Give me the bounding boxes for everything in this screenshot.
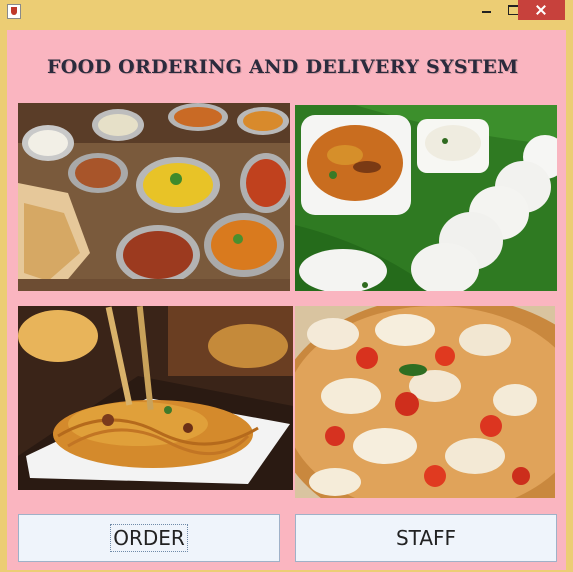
noodles-photo [18,306,293,490]
app-window: FOOD ORDERING AND DELIVERY SYSTEM ORDER … [0,0,573,572]
indian-curries-photo [18,103,290,291]
app-title: FOOD ORDERING AND DELIVERY SYSTEM [47,56,519,78]
main-panel: FOOD ORDERING AND DELIVERY SYSTEM ORDER … [7,30,566,570]
order-button-label: ORDER [110,524,188,552]
title-bar[interactable] [0,0,573,24]
idli-sambar-photo [295,105,557,291]
staff-button-label: STAFF [395,526,457,550]
close-icon[interactable] [518,0,565,20]
staff-button[interactable]: STAFF [295,514,557,562]
order-button[interactable]: ORDER [18,514,280,562]
minimize-icon[interactable] [473,0,501,20]
pizza-photo [295,306,555,498]
java-cup-icon [7,4,21,19]
